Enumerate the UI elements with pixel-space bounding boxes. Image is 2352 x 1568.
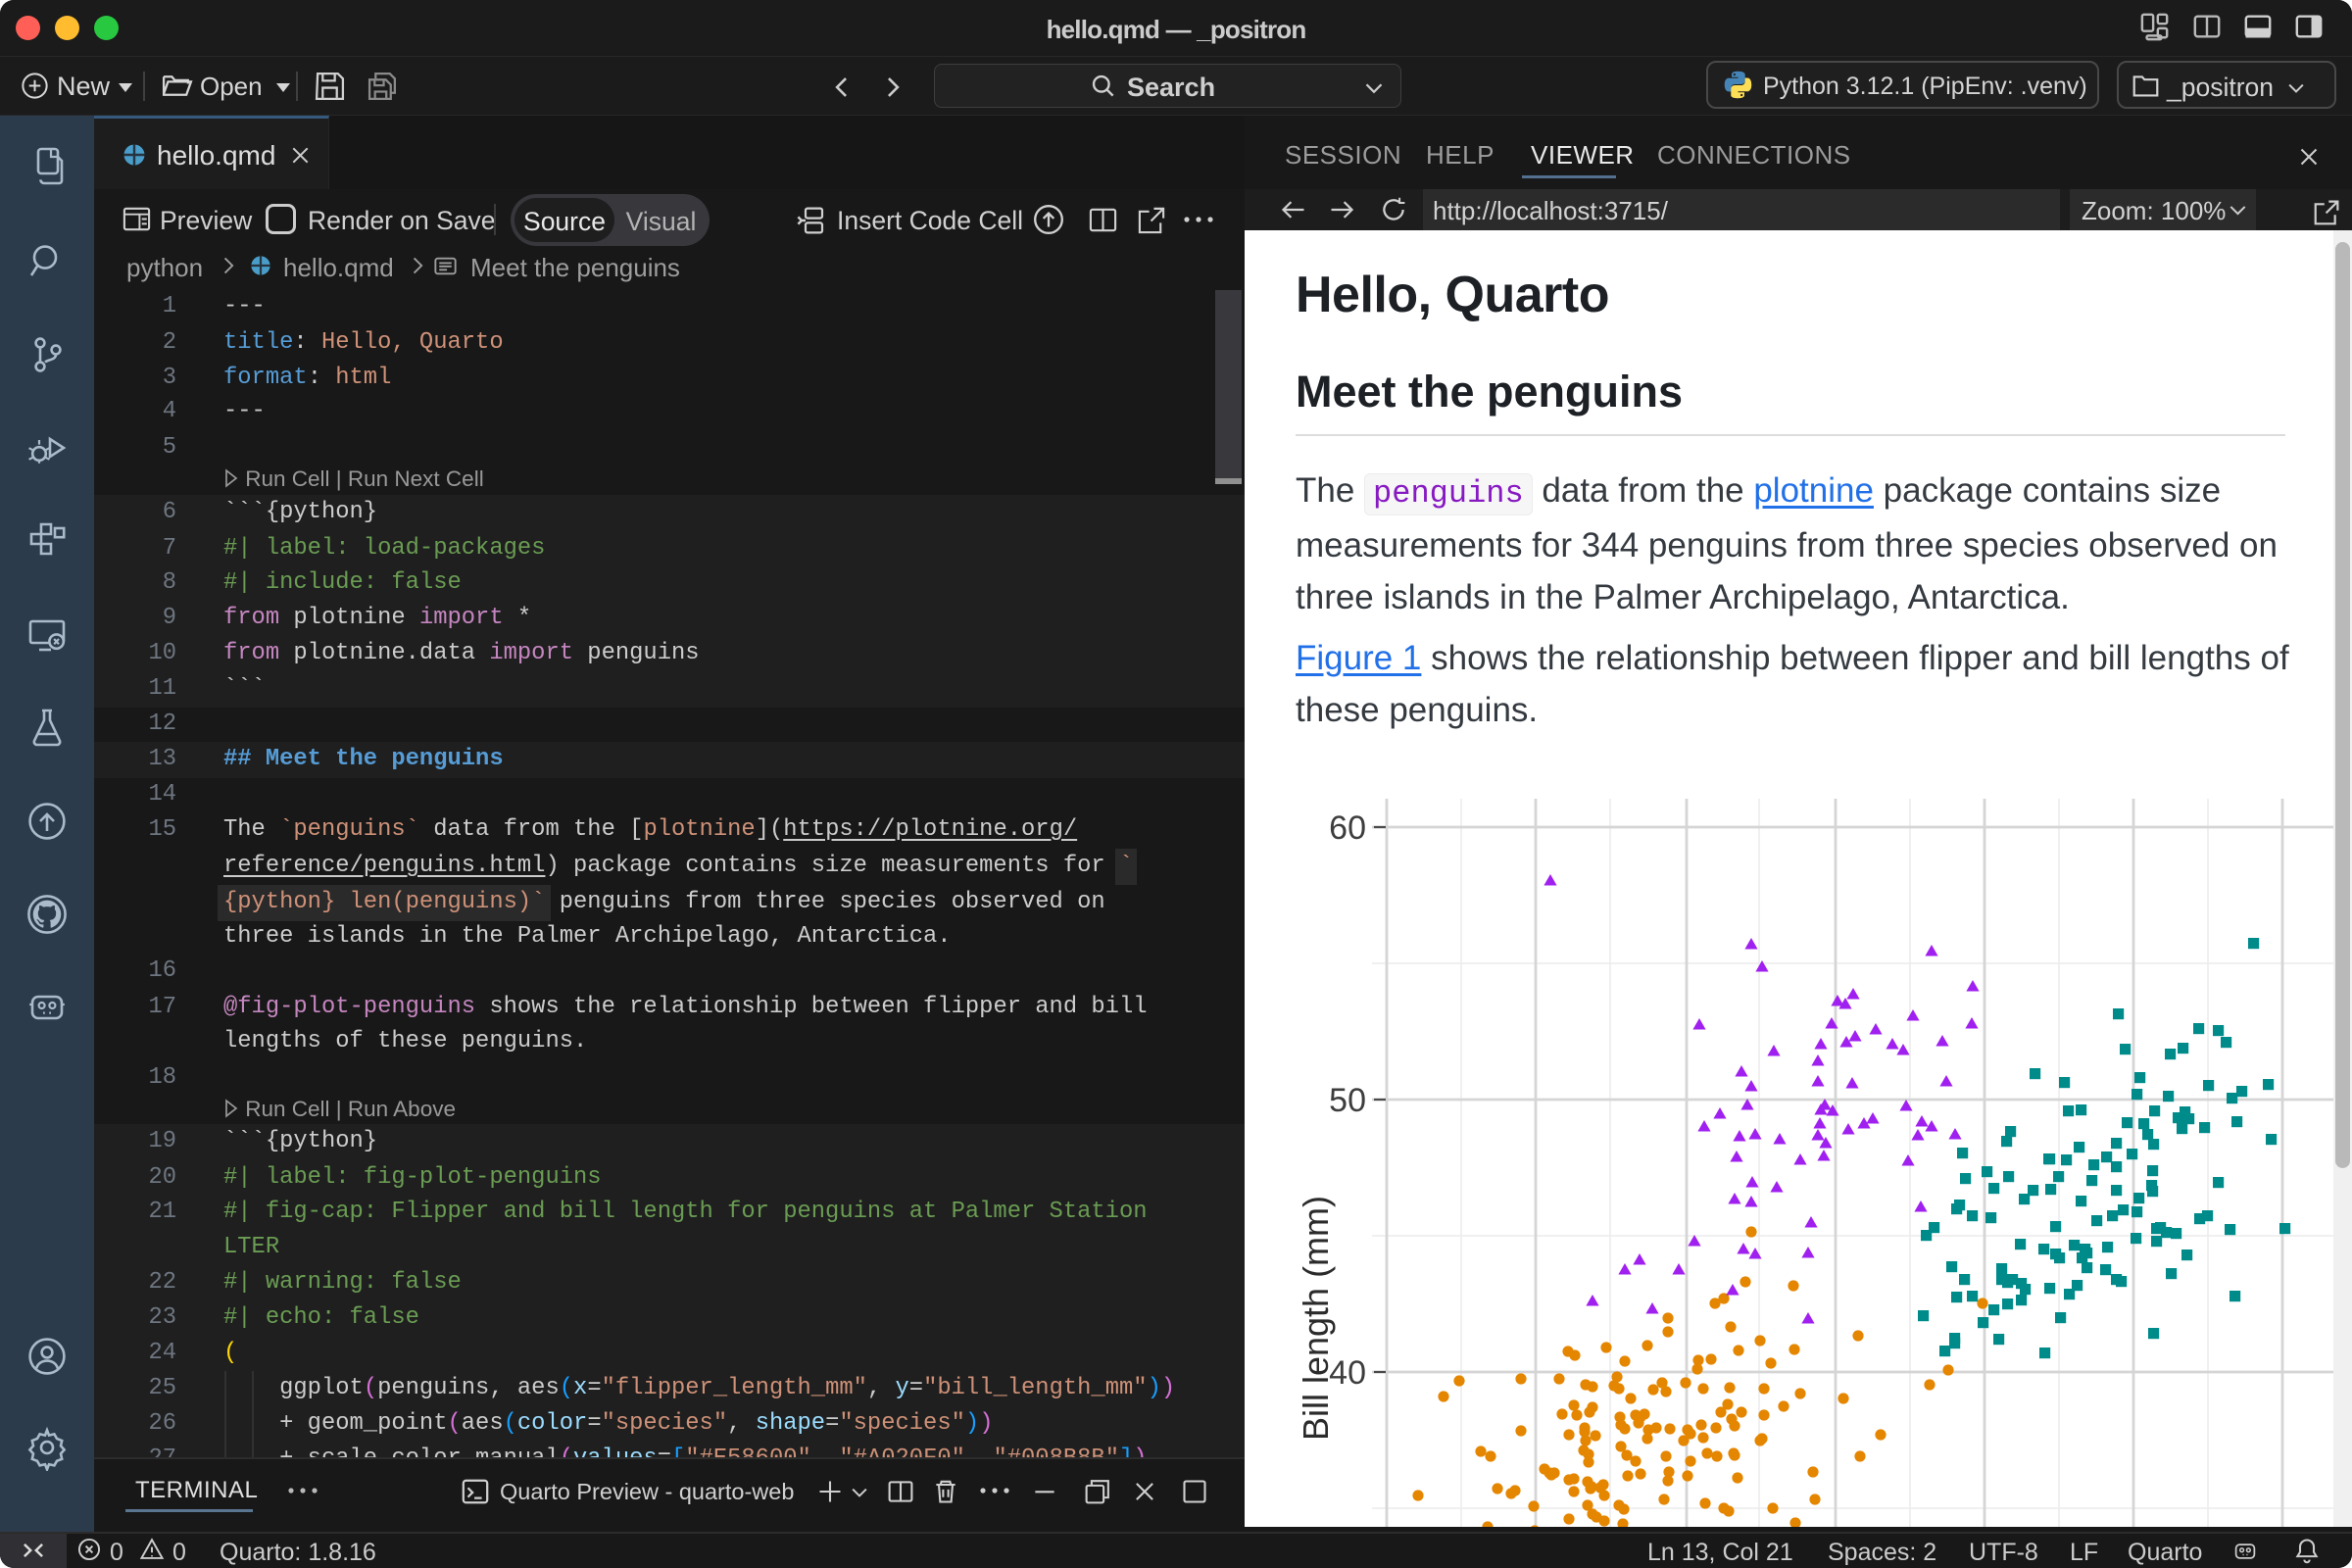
- svg-text:Bill length (mm): Bill length (mm): [1296, 1196, 1336, 1441]
- svg-text:50: 50: [1329, 1082, 1366, 1119]
- svg-text:60: 60: [1329, 809, 1366, 847]
